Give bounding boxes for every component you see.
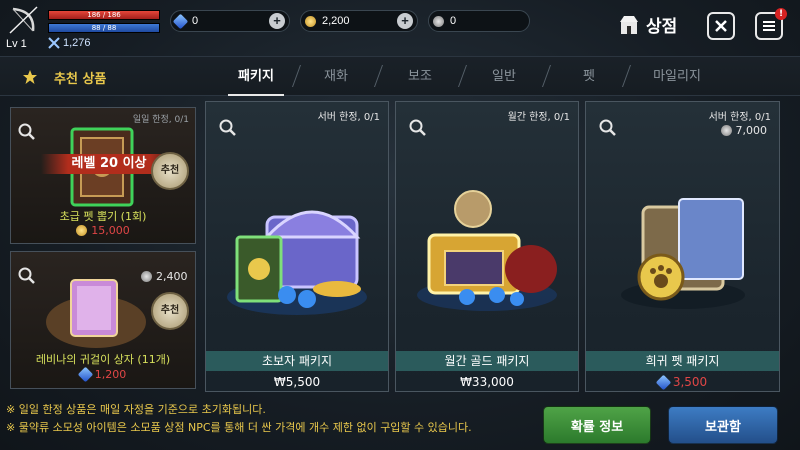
recommended-badge: 추천 [151, 292, 189, 330]
gold-chest-icon [417, 190, 557, 311]
gem-icon [655, 374, 672, 390]
combat-power: 1,276 [48, 37, 91, 49]
side-item-price-value: 15,000 [91, 224, 130, 237]
product-name: 초보자 패키지 [206, 351, 388, 371]
shop-icon [620, 15, 638, 34]
silver-currency: 0 [428, 10, 530, 32]
gem-amount: 0 [192, 15, 199, 27]
tab-divider [373, 65, 384, 87]
magnifier-icon[interactable] [598, 118, 618, 138]
product-price: ₩5,500 [273, 375, 321, 389]
product-art [586, 152, 779, 352]
crossed-swords-icon [48, 37, 60, 49]
side-item-bonus-value: 2,400 [156, 270, 188, 283]
recommended-badge: 추천 [151, 152, 189, 190]
tab-divider [541, 65, 552, 87]
product-price: 3,500 [586, 374, 779, 390]
product-card-rare-pet[interactable]: 서버 한정, 0/1 7,000 희귀 펫 패키지 3,500 [585, 101, 780, 392]
tab-general[interactable]: 일반 [482, 65, 526, 84]
page-title: 상점 [646, 17, 678, 37]
daily-limit-label: 일일 한정, 0/1 [132, 115, 189, 125]
character-avatar[interactable] [6, 4, 42, 36]
tab-pet[interactable]: 펫 [574, 65, 604, 84]
combat-power-value: 1,276 [63, 37, 91, 49]
note-consumables: ※ 물약류 소모성 아이템은 소모품 상점 NPC를 통해 더 싼 가격에 개수… [6, 421, 472, 434]
side-item-price: 1,200 [11, 366, 195, 383]
magnifier-icon[interactable] [408, 118, 428, 138]
side-item-title: 레비나의 귀걸이 상자 (11개) [35, 353, 171, 366]
gold-coin-icon [305, 15, 316, 27]
active-tab-indicator [228, 94, 284, 96]
product-art [206, 152, 388, 352]
add-gold-button[interactable]: + [397, 13, 413, 29]
side-item-earring-box[interactable]: 2,400 추천 레비나의 귀걸이 상자 (11개) 1,200 [10, 251, 196, 389]
tab-currency[interactable]: 재화 [314, 65, 358, 84]
gold-amount: 2,200 [322, 15, 350, 27]
top-bar: Lv 1 186 / 186 88 / 88 1,276 0 + 2,200 +… [0, 0, 800, 56]
mp-bar: 88 / 88 [48, 23, 160, 33]
notification-badge: ! [775, 8, 787, 20]
product-name: 희귀 펫 패키지 [586, 351, 779, 371]
side-item-pet-draw[interactable]: 일일 한정, 0/1 레벨 20 이상 추천 초급 펫 뽑기 (1회) 15,0… [10, 107, 196, 244]
tab-divider [457, 65, 468, 87]
earring-box-icon [46, 279, 146, 348]
player-level: Lv 1 [6, 38, 27, 50]
side-item-price: 15,000 [11, 224, 195, 237]
close-icon [715, 20, 727, 32]
product-bonus-value: 7,000 [735, 124, 768, 137]
note-daily-reset: ※ 일일 한정 상품은 매일 자정을 기준으로 초기화됩니다. [6, 403, 266, 416]
silver-coin-icon [433, 15, 444, 27]
bow-class-icon [9, 6, 38, 34]
menu-icon [763, 21, 775, 31]
gold-currency: 2,200 + [300, 10, 418, 32]
product-name: 월간 골드 패키지 [396, 351, 578, 371]
purchase-limit: 월간 한정, 0/1 [507, 112, 570, 123]
product-card-monthly-gold[interactable]: 월간 한정, 0/1 월간 골드 패키지 ₩33,000 [395, 101, 579, 392]
close-button[interactable] [707, 12, 735, 40]
side-item-title: 초급 펫 뽑기 (1회) [59, 210, 147, 223]
gem-icon [77, 366, 94, 383]
add-gem-button[interactable]: + [269, 13, 285, 29]
hp-bar: 186 / 186 [48, 10, 160, 20]
shop-title: 상점 [618, 12, 677, 37]
product-price-value: 3,500 [672, 375, 708, 389]
product-art [396, 152, 578, 352]
product-card-beginner[interactable]: 서버 한정, 0/1 초보자 패키지 ₩5,500 [205, 101, 389, 392]
magnifier-icon[interactable] [17, 266, 37, 286]
star-icon [23, 70, 37, 84]
gold-coin-icon [76, 225, 88, 236]
tab-divider [291, 65, 302, 87]
tab-package[interactable]: 패키지 [228, 65, 284, 84]
product-bonus: 7,000 [720, 124, 768, 137]
shop-notes: ※ 일일 한정 상품은 매일 자정을 기준으로 초기화됩니다. ※ 물약류 소모… [6, 401, 472, 437]
purchase-limit: 서버 한정, 0/1 [317, 112, 380, 123]
menu-button[interactable]: ! [755, 8, 787, 40]
product-price: ₩33,000 [460, 375, 514, 389]
silver-coin-icon [720, 125, 732, 136]
magnifier-icon[interactable] [218, 118, 238, 138]
storage-button[interactable]: 보관함 [668, 406, 778, 444]
probability-info-button[interactable]: 확률 정보 [543, 406, 651, 444]
tab-support[interactable]: 보조 [398, 65, 442, 84]
silver-amount: 0 [450, 15, 457, 27]
tab-recommended[interactable]: 추천 상품 [22, 63, 106, 91]
tab-recommended-label: 추천 상품 [54, 71, 107, 87]
side-item-price-value: 1,200 [94, 368, 127, 381]
magnifier-icon[interactable] [17, 122, 37, 142]
treasure-chest-icon [227, 210, 367, 315]
pet-scroll-icon [620, 198, 745, 309]
purchase-limit: 서버 한정, 0/1 [708, 112, 771, 123]
tab-divider [621, 65, 632, 87]
tab-mileage[interactable]: 마일리지 [642, 65, 712, 84]
category-tab-bar: 추천 상품 패키지 재화 보조 일반 펫 마일리지 [0, 56, 800, 96]
gem-currency: 0 + [170, 10, 290, 32]
